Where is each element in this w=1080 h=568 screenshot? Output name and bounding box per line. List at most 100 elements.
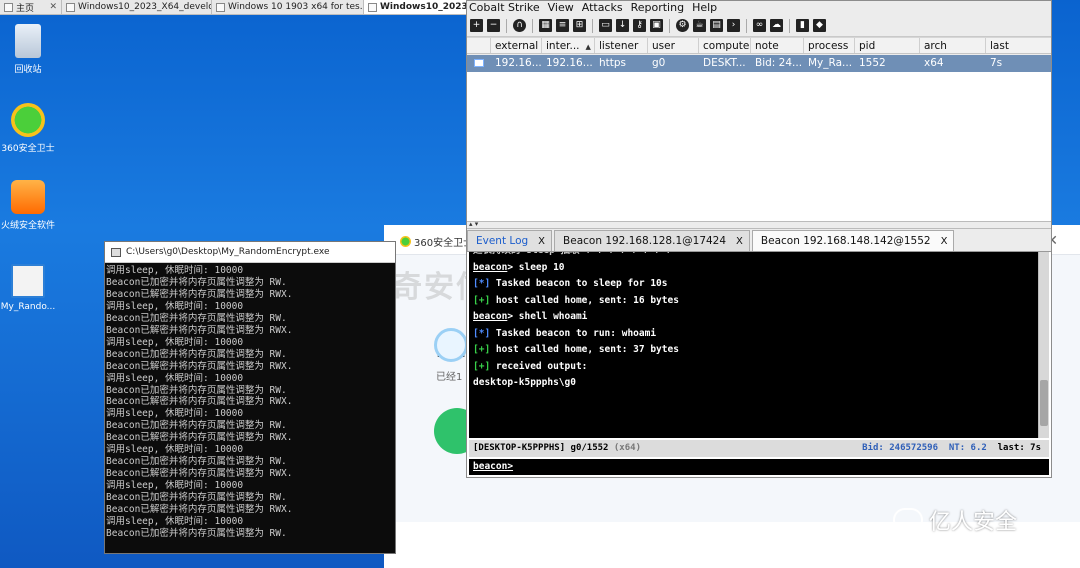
- vm-tab-label: Windows10_2023_X64_develop: [78, 2, 212, 12]
- computer-icon: [474, 59, 484, 67]
- pivot-graph-icon[interactable]: ▦: [539, 19, 552, 32]
- console-line: Beacon已加密并将内存页属性调整为 RW.: [106, 492, 287, 504]
- close-tab-icon[interactable]: X: [736, 236, 743, 247]
- vm-tab-strip: 主页 ✕ Windows10_2023_X64_develop ✕ Window…: [0, 0, 470, 15]
- session-table-header: external inter... listener user computer…: [467, 37, 1051, 54]
- desktop: 主页 ✕ Windows10_2023_X64_develop ✕ Window…: [0, 0, 1080, 568]
- scrollbar[interactable]: [1038, 252, 1049, 438]
- console-line: 调用sleep, 休眠时间: 10000: [106, 300, 244, 312]
- key-icon[interactable]: ⚷: [633, 19, 646, 32]
- vm-tab-windows10-2023-active[interactable]: Windows10_2023...: [364, 0, 470, 14]
- console-line: Beacon已加密并将内存页属性调整为 RW.: [106, 384, 287, 396]
- desktop-icon-recycle-bin[interactable]: 回收站: [0, 24, 58, 75]
- link-icon[interactable]: ∞: [753, 19, 766, 32]
- vm-tab-windows10-1903[interactable]: Windows 10 1903 x64 for tes... ✕: [212, 0, 364, 14]
- close-tab-icon[interactable]: X: [941, 236, 948, 247]
- vm-tab-label: 主页: [16, 3, 35, 14]
- beacon-prompt: beacon: [473, 311, 508, 322]
- terminal-line: [+] host called home, sent: 16 bytes: [473, 294, 679, 306]
- console-titlebar[interactable]: C:\Users\g0\Desktop\My_RandomEncrypt.exe: [105, 242, 395, 263]
- terminal-line: [+] host called home, sent: 37 bytes: [473, 344, 679, 355]
- scroll-thumb[interactable]: [1040, 380, 1048, 426]
- column-note[interactable]: note: [751, 38, 804, 53]
- console-output: 调用sleep, 休眠时间: 10000 Beacon已加密并将内存页属性调整为 …: [105, 263, 395, 542]
- console-line: Beacon已加密并将内存页属性调整为 RW.: [106, 456, 287, 468]
- menu-item-reporting[interactable]: Reporting: [631, 2, 684, 14]
- menu-item-attacks[interactable]: Attacks: [582, 2, 623, 14]
- split-pane-divider[interactable]: ▴ ▾: [467, 221, 1051, 229]
- desktop-icon-360[interactable]: 360安全卫士: [0, 103, 58, 154]
- vm-icon: [368, 2, 377, 12]
- desktop-icon-my-random[interactable]: My_Rando...: [0, 264, 58, 312]
- credentials-icon[interactable]: ▭: [599, 19, 612, 32]
- book-icon[interactable]: ▮: [796, 19, 809, 32]
- column-external[interactable]: external: [491, 38, 542, 53]
- logo-360-icon: [400, 236, 411, 247]
- close-tab-icon[interactable]: X: [538, 236, 545, 247]
- plus-icon[interactable]: +: [470, 19, 483, 32]
- terminal-line: 延长持续的 sleep 抽取 ! ! ! ! ! ! ! !: [473, 252, 1038, 260]
- column-user[interactable]: user: [648, 38, 699, 53]
- tab-event-log[interactable]: Event Log X: [467, 230, 553, 251]
- column-process[interactable]: process: [804, 38, 855, 53]
- cell-listener: https: [599, 57, 627, 69]
- status-tag: [+]: [473, 294, 491, 306]
- vm-tab-windows10-develop[interactable]: Windows10_2023_X64_develop ✕: [62, 0, 212, 14]
- table-row[interactable]: 192.16... 192.16... https g0 DESKT... Bi…: [467, 55, 1051, 72]
- console-line: 调用sleep, 休眠时间: 10000: [106, 372, 244, 384]
- session-table-icon[interactable]: ≡: [556, 19, 569, 32]
- desktop-icon-label: 360安全卫士: [1, 144, 55, 154]
- wechat-brand: 亿人安全: [893, 504, 1017, 536]
- tab-beacon-148[interactable]: Beacon 192.168.148.142@1552 X: [751, 230, 955, 251]
- console-window[interactable]: C:\Users\g0\Desktop\My_RandomEncrypt.exe…: [104, 241, 396, 554]
- menu-item-view[interactable]: View: [548, 2, 574, 14]
- minus-icon[interactable]: −: [487, 19, 500, 32]
- headphones-icon[interactable]: ∩: [513, 19, 526, 32]
- download-icon[interactable]: ↓: [616, 19, 629, 32]
- cell-note: Bid: 24...: [755, 57, 803, 69]
- target-table-icon[interactable]: ⊞: [573, 19, 586, 32]
- feature-icon[interactable]: [434, 328, 468, 362]
- status-last: last: 7s: [997, 443, 1041, 453]
- document-icon[interactable]: ▤: [710, 19, 723, 32]
- console-line: 调用sleep, 休眠时间: 10000: [106, 408, 244, 420]
- status-tag: [*]: [473, 327, 491, 339]
- flame-shield-icon: [11, 180, 45, 214]
- console-line: Beacon已解密并将内存页属性调整为 RWX.: [106, 288, 293, 300]
- desktop-icon-label: My_Rando...: [0, 302, 56, 312]
- input-prompt: beacon>: [473, 461, 514, 472]
- cell-computer: DESKT...: [703, 57, 746, 69]
- close-icon[interactable]: ✕: [49, 2, 57, 12]
- cloud-icon[interactable]: ☁: [770, 19, 783, 32]
- status-arch: (x64): [613, 443, 641, 453]
- menu-item-cobalt-strike[interactable]: Cobalt Strike: [469, 2, 540, 14]
- beacon-command-input[interactable]: beacon>: [469, 459, 1049, 475]
- beacon-prompt: beacon: [473, 261, 508, 273]
- tab-beacon-128[interactable]: Beacon 192.168.128.1@17424 X: [554, 230, 750, 251]
- terminal-icon[interactable]: ›: [727, 19, 740, 32]
- menu-item-help[interactable]: Help: [692, 2, 717, 14]
- coffee-icon[interactable]: ☕: [693, 19, 706, 32]
- cube-icon[interactable]: ◆: [813, 19, 826, 32]
- vm-tab-home[interactable]: 主页 ✕: [0, 0, 62, 14]
- column-arch[interactable]: arch: [920, 38, 986, 53]
- gear-icon[interactable]: ⚙: [676, 19, 689, 32]
- console-line: Beacon已解密并将内存页属性调整为 RWX.: [106, 396, 293, 408]
- column-internal[interactable]: inter...: [542, 38, 595, 53]
- screenshot-icon[interactable]: ▣: [650, 19, 663, 32]
- cell-process: My_Ra...: [808, 57, 853, 69]
- column-last[interactable]: last: [986, 38, 1051, 53]
- terminal-line: desktop-k5ppphs\g0: [473, 377, 576, 388]
- column-computer[interactable]: computer: [699, 38, 751, 53]
- vm-tab-label: Windows 10 1903 x64 for tes...: [228, 2, 364, 12]
- console-line: 调用sleep, 休眠时间: 10000: [106, 336, 244, 348]
- window-360-title: 360安全卫士: [400, 234, 473, 249]
- toolbar: + − ∩ ▦ ≡ ⊞ ▭ ↓ ⚷ ▣ ⚙ ☕ ▤ › ∞ ☁ ▮ ◆: [467, 15, 1051, 37]
- column-pid[interactable]: pid: [855, 38, 920, 53]
- desktop-icon-huorong[interactable]: 火绒安全软件: [0, 180, 58, 231]
- terminal-line: [*] Tasked beacon to sleep for 10s: [473, 278, 668, 289]
- column-listener[interactable]: listener: [595, 38, 648, 53]
- exe-window-icon: [11, 264, 45, 298]
- cobalt-strike-window[interactable]: Cobalt Strike View Attacks Reporting Help + …: [466, 0, 1052, 478]
- status-host: [DESKTOP-K5PPPHS] g0/1552: [473, 443, 609, 453]
